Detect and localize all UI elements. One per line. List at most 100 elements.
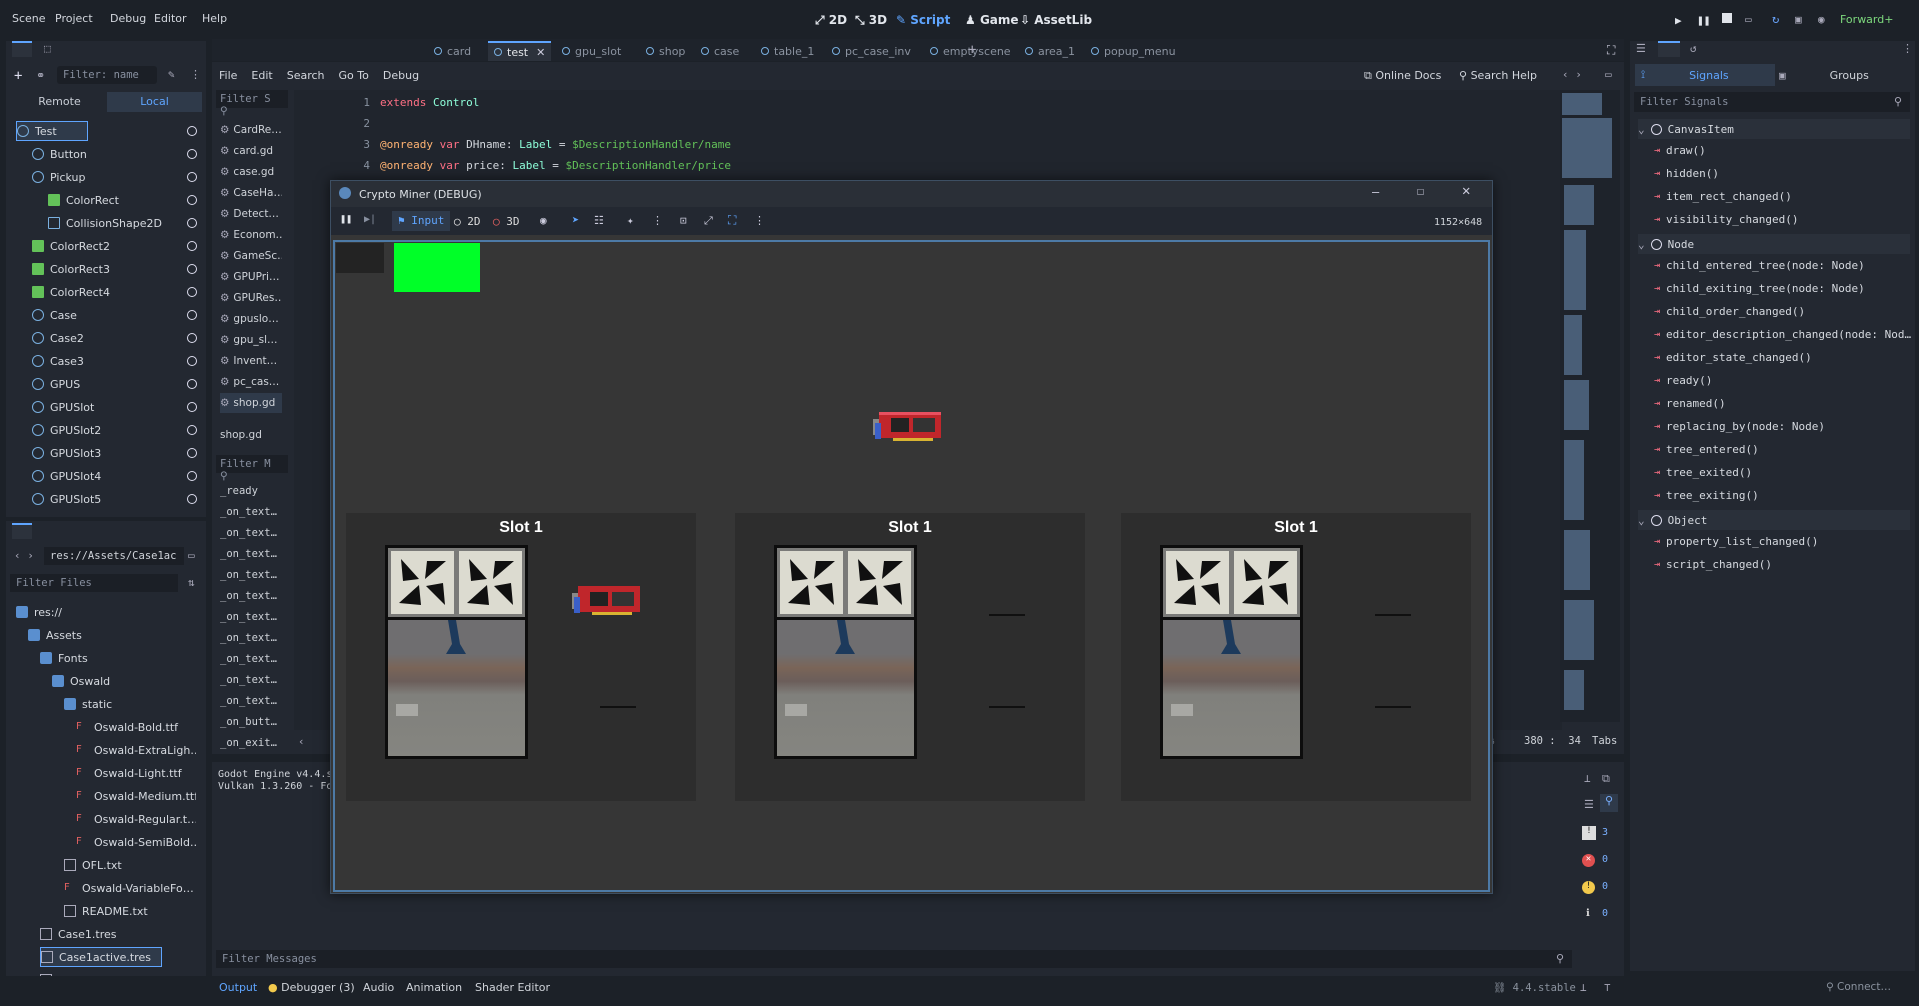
split-icon[interactable]: ▭ — [188, 549, 195, 562]
scene-node-row[interactable]: Case — [6, 304, 197, 326]
method-list-item[interactable]: _on_text… — [220, 527, 277, 539]
scene-node-row[interactable]: GPUS — [6, 373, 197, 395]
renderer-select[interactable]: Forward+ — [1840, 13, 1893, 26]
scene-tab[interactable]: test ✕ — [488, 41, 552, 61]
menu-editor[interactable]: Editor — [154, 12, 187, 25]
scene-tab[interactable]: shop — [646, 41, 685, 61]
pickup-area[interactable] — [394, 243, 480, 292]
movie-icon[interactable]: ◉ — [1818, 13, 1825, 26]
list-select-icon[interactable]: ☷ — [594, 214, 604, 227]
script-list-item[interactable]: ⚙ case.gd — [220, 162, 282, 182]
script-filter-input[interactable]: Filter S ⚲ — [216, 90, 288, 117]
connect-button[interactable]: ⚲ Connect… — [1826, 981, 1891, 993]
workspace-2d-button[interactable]: ⤢ 2D — [815, 13, 847, 28]
scene-node-row[interactable]: GPUSlot5 — [6, 488, 197, 510]
workspace-script-button[interactable]: ✎ Script — [896, 13, 950, 27]
signal-section-header[interactable]: ⌄ CanvasItem — [1638, 119, 1910, 139]
file-row[interactable]: Case1active.tres — [6, 946, 198, 968]
script-menu-file[interactable]: File — [219, 69, 237, 82]
method-list-item[interactable]: _on_text… — [220, 653, 277, 665]
camera-icon[interactable]: ✦ — [627, 214, 634, 227]
step-icon[interactable]: ▶| — [364, 214, 376, 225]
visibility-eye-icon[interactable] — [187, 126, 197, 136]
script-attach-icon[interactable]: ✎ — [168, 68, 175, 81]
script-list-item[interactable]: ⚙ GameSc… — [220, 246, 282, 266]
workspace-game-button[interactable]: ♟ Game — [965, 13, 1019, 27]
visibility-eye-icon[interactable] — [187, 448, 197, 458]
scene-tab[interactable]: case — [701, 41, 739, 61]
gpu-slot-panel[interactable]: Slot 1 — [346, 513, 696, 801]
clear-icon[interactable]: ⊥ — [1584, 772, 1591, 785]
signal-item[interactable]: ⇥ tree_exited() — [1654, 466, 1752, 479]
shader-editor-tab[interactable]: Shader Editor — [475, 981, 550, 994]
visibility-icon[interactable]: ◉ — [540, 214, 547, 227]
file-row[interactable]: static — [6, 693, 198, 715]
scene-node-row[interactable]: Case3 — [6, 350, 197, 372]
signal-item[interactable]: ⇥ renamed() — [1654, 397, 1726, 410]
method-list-item[interactable]: _on_butt… — [220, 716, 277, 728]
file-row[interactable]: F Oswald-ExtraLigh… — [6, 739, 198, 761]
signal-item[interactable]: ⇥ hidden() — [1654, 167, 1719, 180]
file-row[interactable]: F Oswald-SemiBold.… — [6, 831, 198, 853]
scene-node-row[interactable]: Pickup — [6, 166, 197, 188]
code-minimap[interactable] — [1560, 90, 1620, 722]
script-list-item[interactable]: ⚙ Detect… — [220, 204, 282, 224]
message-filter-input[interactable]: Filter Messages — [216, 950, 1572, 968]
close-icon[interactable]: ✕ — [1462, 183, 1470, 199]
maximize-icon[interactable]: ☐ — [1417, 184, 1424, 198]
game-button[interactable] — [336, 243, 384, 273]
search-help-button[interactable]: ⚲ Search Help — [1459, 69, 1537, 82]
add-tab-icon[interactable]: + — [968, 42, 976, 58]
method-list-item[interactable]: _on_exit… — [220, 737, 277, 749]
signal-item[interactable]: ⇥ child_exiting_tree(node: Node) — [1654, 282, 1865, 295]
signal-item[interactable]: ⇥ child_order_changed() — [1654, 305, 1805, 318]
file-row[interactable]: OFL.txt — [6, 854, 198, 876]
filter-toggle-icon[interactable]: ☰ — [1584, 798, 1594, 811]
error-count-icon[interactable]: ✕ — [1582, 854, 1595, 867]
prev-next-icon[interactable]: ‹ › — [1562, 68, 1582, 81]
play-icon[interactable]: ▶ — [1675, 14, 1682, 27]
menu-scene[interactable]: Scene — [12, 12, 46, 25]
method-list-item[interactable]: _on_text… — [220, 506, 277, 518]
scene-filter-input[interactable]: Filter: name — [57, 66, 157, 84]
visibility-eye-icon[interactable] — [187, 241, 197, 251]
file-row[interactable]: res:// — [6, 601, 198, 623]
scene-node-row[interactable]: GPUSlot3 — [6, 442, 197, 464]
signal-item[interactable]: ⇥ child_entered_tree(node: Node) — [1654, 259, 1865, 272]
output-tab[interactable]: Output — [219, 981, 257, 994]
scene-node-row[interactable]: GPUSlot — [6, 396, 197, 418]
visibility-eye-icon[interactable] — [187, 494, 197, 504]
signal-item[interactable]: ⇥ item_rect_changed() — [1654, 190, 1792, 203]
visibility-eye-icon[interactable] — [187, 471, 197, 481]
signal-item[interactable]: ⇥ draw() — [1654, 144, 1706, 157]
pause-icon[interactable]: ❚❚ — [1697, 14, 1710, 27]
toggle-scripts-icon[interactable]: ▭ — [1605, 68, 1612, 81]
scene-node-row[interactable]: Case2 — [6, 327, 197, 349]
remote-debug-icon[interactable]: ▭ — [1745, 13, 1752, 26]
message-count-icon[interactable]: ℹ — [1586, 908, 1590, 919]
file-row[interactable]: Oswald — [6, 670, 198, 692]
visibility-eye-icon[interactable] — [187, 287, 197, 297]
close-tab-icon[interactable]: ✕ — [536, 46, 545, 59]
method-list-item[interactable]: _ready — [220, 485, 258, 497]
warning-count-icon[interactable]: ! — [1582, 881, 1595, 894]
local-tab[interactable]: Local — [107, 92, 202, 112]
scene-tab[interactable]: card — [434, 41, 471, 61]
method-list-item[interactable]: _on_text… — [220, 548, 277, 560]
file-filter-input[interactable]: Filter Files — [10, 574, 178, 592]
dock-more-icon[interactable]: ⋮ — [1902, 42, 1913, 55]
collapse-icon[interactable]: ‹ — [298, 735, 305, 748]
scene-tab[interactable]: table_1 — [761, 41, 814, 61]
method-list-item[interactable]: _on_text… — [220, 674, 277, 686]
inspector-tab-icon[interactable]: ☰ — [1636, 42, 1646, 55]
file-row[interactable]: Case1.tres — [6, 923, 198, 945]
method-list-item[interactable]: _on_text… — [220, 569, 277, 581]
input-mode-button[interactable]: ⚑ Input — [392, 211, 451, 231]
signals-tab[interactable]: ⟟ Signals — [1635, 64, 1775, 86]
signal-section-header[interactable]: ⌄ Object — [1638, 510, 1910, 530]
workspace-3d-button[interactable]: ⤡ 3D — [855, 13, 887, 28]
log-count-icon[interactable]: ! — [1582, 826, 1596, 840]
visibility-eye-icon[interactable] — [187, 310, 197, 320]
method-list-item[interactable]: _on_text… — [220, 590, 277, 602]
visibility-eye-icon[interactable] — [187, 218, 197, 228]
